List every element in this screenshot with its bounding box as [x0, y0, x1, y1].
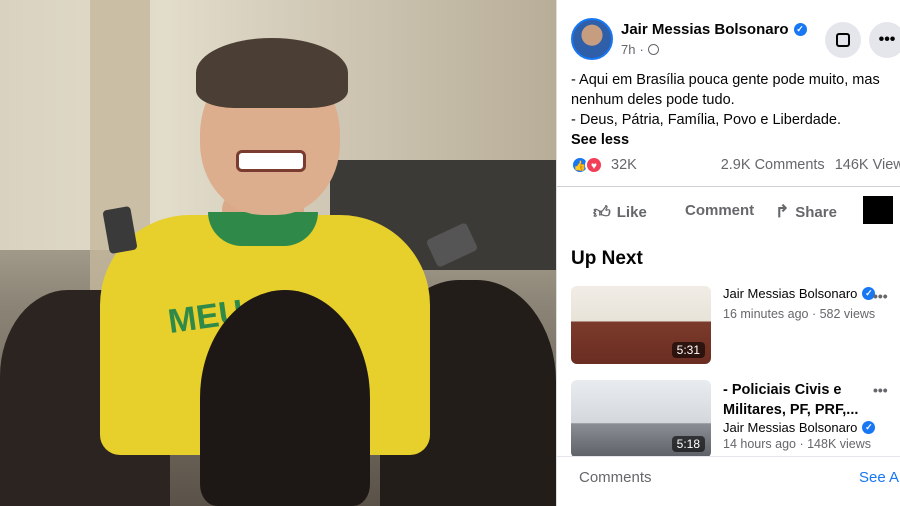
video-author[interactable]: Jair Messias Bolsonaro: [723, 286, 857, 301]
up-next-item[interactable]: 5:31 Jair Messias Bolsonaro ✓ 16 minutes…: [571, 286, 900, 366]
engagement-counts: 2.9K Comments 146K Views: [721, 157, 900, 173]
post-panel: Jair Messias Bolsonaro ✓ 7h · ••• - Aqui…: [556, 0, 900, 506]
video-duration: 5:31: [671, 342, 705, 358]
more-icon: •••: [878, 31, 896, 48]
comment-label: Comment: [685, 202, 755, 219]
action-bar: 👍︎ Like Comment ↱ Share: [557, 186, 900, 236]
share-label: Share: [795, 203, 837, 221]
more-options-button[interactable]: •••: [869, 22, 900, 58]
post-meta: 7h ·: [621, 42, 807, 57]
video-thumbnail[interactable]: 5:18: [571, 380, 711, 458]
post-text: - Aqui em Brasília pouca gente pode muit…: [571, 70, 900, 150]
video-player[interactable]: MEU: [0, 0, 556, 506]
foreground-head: [200, 290, 370, 506]
verified-icon: ✓: [793, 23, 807, 36]
author-row: Jair Messias Bolsonaro ✓: [621, 21, 807, 38]
dot-separator: ·: [639, 42, 644, 57]
reaction-icons[interactable]: 👍 ♥: [571, 156, 603, 174]
up-next-item[interactable]: 5:18 - Policiais Civis e Militares, PF, …: [571, 380, 900, 460]
video-title-line[interactable]: Militares, PF, PRF,...: [723, 400, 900, 420]
like-button[interactable]: 👍︎ Like: [593, 202, 647, 223]
like-label: Like: [616, 204, 647, 221]
post-time[interactable]: 7h: [621, 42, 635, 57]
video-duration: 5:18: [671, 436, 705, 452]
verified-icon: ✓: [862, 421, 876, 434]
up-next-heading: Up Next: [571, 248, 643, 269]
video-meta: 16 minutes ago · 582 views: [723, 307, 876, 321]
video-meta: 14 hours ago · 148K views: [723, 437, 872, 451]
comments-footer: Comments See All: [557, 456, 900, 506]
hair: [196, 38, 348, 108]
more-icon[interactable]: •••: [873, 382, 888, 398]
share-button[interactable]: ↱ Share: [775, 202, 837, 222]
post-text-line: - Aqui em Brasília pouca gente pode muit…: [571, 72, 880, 88]
views-count: 146K Views: [834, 157, 900, 173]
see-less-link[interactable]: See less: [571, 130, 900, 150]
video-thumbnail[interactable]: 5:31: [571, 286, 711, 364]
comment-button[interactable]: Comment: [685, 202, 754, 219]
save-icon: [836, 33, 850, 47]
video-author[interactable]: Jair Messias Bolsonaro: [723, 420, 857, 435]
comments-count[interactable]: 2.9K Comments: [721, 157, 825, 173]
redacted-area: [863, 196, 893, 224]
reaction-count[interactable]: 32K: [611, 157, 637, 173]
love-reaction-icon: ♥: [585, 156, 603, 174]
author-name[interactable]: Jair Messias Bolsonaro: [621, 21, 789, 38]
more-icon[interactable]: •••: [873, 288, 888, 304]
author-block: Jair Messias Bolsonaro ✓ 7h ·: [621, 21, 807, 57]
video-author-row: Jair Messias Bolsonaro ✓: [723, 420, 900, 435]
share-icon: ↱: [775, 202, 790, 221]
thumbs-up-icon: 👍︎: [593, 203, 611, 222]
see-all-link[interactable]: See All: [859, 469, 900, 486]
avatar[interactable]: [571, 18, 613, 60]
mouth: [236, 150, 306, 172]
post-text-line: nenhum deles pode tudo.: [571, 92, 735, 108]
green-collar: [208, 212, 318, 246]
save-button[interactable]: [825, 22, 861, 58]
post-header: Jair Messias Bolsonaro ✓ 7h ·: [571, 18, 807, 60]
comments-label[interactable]: Comments: [579, 469, 652, 486]
post-text-line: - Deus, Pátria, Família, Povo e Liberdad…: [571, 112, 841, 128]
globe-icon: [647, 44, 659, 55]
reactions-bar: 👍 ♥ 32K 2.9K Comments 146K Views: [571, 156, 900, 174]
